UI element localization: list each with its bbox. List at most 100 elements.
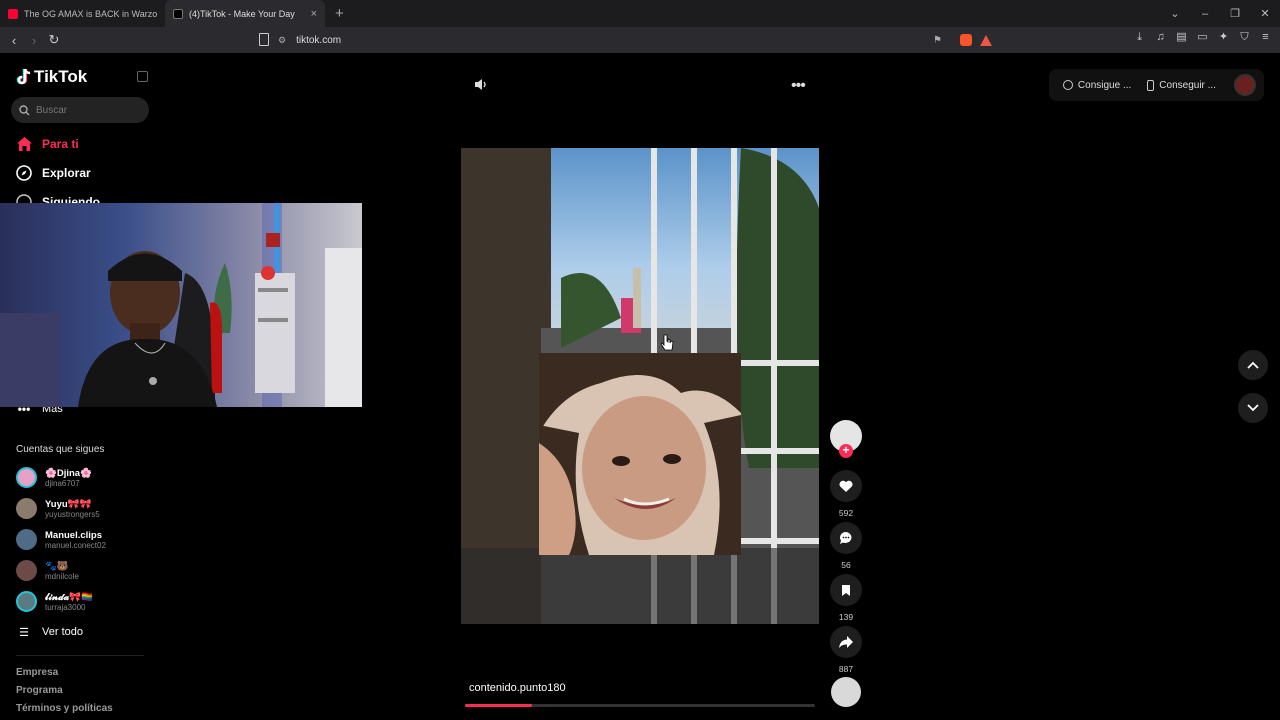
toolbar-actions: ⤓ ♫ ▤ ▭ ✦ ⛉ ≡ (1133, 31, 1272, 44)
video-progress-bar[interactable] (465, 704, 815, 707)
music-disc-button[interactable] (830, 677, 862, 707)
reload-icon[interactable]: ↻ (44, 32, 64, 48)
next-video-button[interactable] (1238, 393, 1268, 423)
translate-icon[interactable]: ⚑ (933, 35, 942, 46)
brave-rewards-icon[interactable] (980, 34, 992, 46)
tab-title: The OG AMAX is BACK in Warzone 0 ( (24, 8, 157, 19)
followed-account[interactable]: Yuyu🎀🎀 yuyustrongers5 (16, 498, 100, 519)
video-player[interactable] (461, 148, 819, 624)
wallet-icon[interactable]: ▭ (1196, 31, 1209, 44)
footer-link-terminos[interactable]: Términos y políticas (16, 703, 113, 714)
account-handle: mdnilcole (45, 571, 79, 581)
restore-icon[interactable]: ❐ (1220, 7, 1250, 20)
save-count: 139 (838, 612, 854, 622)
close-window-icon[interactable]: ✕ (1250, 7, 1280, 20)
previous-video-button[interactable] (1238, 350, 1268, 380)
comment-button[interactable]: 56 (830, 522, 862, 570)
footer-link-empresa[interactable]: Empresa (16, 667, 58, 678)
list-icon: ☰ (19, 626, 29, 639)
nav-para-ti[interactable]: Para ti (16, 136, 79, 152)
more-options-icon[interactable]: ••• (791, 77, 806, 95)
browser-tab-tiktok[interactable]: (4)TikTok - Make Your Day × (165, 0, 325, 27)
followed-account[interactable]: 🌸Djina🌸 djina6707 (16, 467, 92, 488)
search-box[interactable] (11, 97, 149, 123)
browser-tab-youtube[interactable]: The OG AMAX is BACK in Warzone 0 ( (0, 0, 165, 27)
account-name: Yuyu🎀🎀 (45, 498, 92, 510)
tab-list-icon[interactable]: ⌄ (1160, 7, 1190, 20)
leo-ai-icon[interactable]: ✦ (1217, 31, 1230, 44)
home-icon (16, 136, 32, 152)
nav-explorar[interactable]: Explorar (16, 165, 91, 181)
address-bar[interactable]: ⚙ tiktok.com ⚑ (278, 29, 998, 51)
music-disc-icon (831, 677, 861, 707)
forward-icon[interactable]: › (24, 33, 44, 48)
video-author[interactable]: contenido.punto180 (469, 682, 566, 694)
account-handle: turraja3000 (45, 602, 86, 612)
browser-toolbar: ‹ › ↻ ⚙ tiktok.com ⚑ ⤓ ♫ ▤ ▭ ✦ ⛉ ≡ (0, 27, 1280, 53)
pill-label: Consigue ... (1077, 79, 1132, 91)
chevron-down-icon (1247, 404, 1259, 412)
bookmark-icon (830, 574, 862, 606)
save-button[interactable]: 139 (830, 574, 862, 622)
account-name: Manuel.clips (45, 529, 103, 541)
vpn-icon[interactable]: ⛉ (1238, 31, 1251, 44)
nav-label: Explorar (42, 166, 91, 180)
search-icon (19, 104, 30, 115)
avatar (16, 560, 37, 581)
tab-title: (4)TikTok - Make Your Day (189, 8, 295, 19)
close-tab-icon[interactable]: × (311, 8, 317, 20)
account-name: 🌸Djina🌸 (45, 467, 92, 479)
share-icon (830, 626, 862, 658)
tiktok-favicon-icon (173, 8, 183, 19)
webcam-overlay (0, 203, 362, 407)
mouse-cursor-icon (661, 334, 674, 351)
site-info-icon[interactable]: ⚙ (278, 35, 286, 46)
youtube-icon (8, 8, 18, 19)
window-controls: ⌄ – ❐ ✕ (1160, 0, 1280, 27)
media-icon[interactable]: ♫ (1154, 31, 1167, 44)
search-input[interactable] (36, 104, 136, 116)
collapse-sidebar-icon[interactable] (137, 71, 148, 82)
get-app-button[interactable]: Conseguir ... (1141, 79, 1222, 91)
get-coins-button[interactable]: Consigue ... (1057, 80, 1137, 91)
footer-link-programa[interactable]: Programa (16, 685, 63, 696)
avatar (16, 529, 37, 550)
compass-icon (16, 165, 32, 181)
sidebar-toggle-icon[interactable]: ▤ (1175, 31, 1188, 44)
tiktok-note-icon (16, 68, 31, 85)
account-name: 🐾🐻 (45, 560, 69, 572)
back-icon[interactable]: ‹ (4, 33, 24, 48)
new-tab-button[interactable]: + (335, 5, 344, 22)
url-text: tiktok.com (296, 34, 342, 46)
see-all-link[interactable]: ☰ Ver todo (16, 624, 83, 640)
streamer-webcam-image (0, 203, 362, 407)
share-button[interactable]: 887 (830, 626, 862, 674)
heart-icon (830, 470, 862, 502)
chevron-up-icon (1247, 361, 1259, 369)
tiktok-page: TikTok Para ti Explorar Sig (0, 53, 1280, 720)
avatar (16, 467, 37, 488)
coin-icon (1062, 80, 1073, 90)
creator-avatar-button[interactable]: + (830, 420, 862, 458)
follow-plus-icon[interactable]: + (839, 444, 853, 458)
profile-avatar[interactable] (1234, 74, 1256, 96)
tiktok-logo[interactable]: TikTok (16, 67, 87, 87)
followed-account[interactable]: 🐾🐻 mdnilcole (16, 560, 79, 581)
minimize-icon[interactable]: – (1190, 8, 1220, 20)
brave-shields-icon[interactable] (960, 34, 972, 46)
reaction-inset-image (539, 353, 741, 555)
avatar (16, 498, 37, 519)
bookmark-icon[interactable] (259, 33, 269, 46)
browser-tab-strip: The OG AMAX is BACK in Warzone 0 ( (4)Ti… (0, 0, 1280, 27)
header-actions: Consigue ... Conseguir ... (1048, 69, 1264, 101)
download-icon[interactable]: ⤓ (1133, 31, 1146, 44)
comment-icon (830, 522, 862, 554)
menu-icon[interactable]: ≡ (1259, 31, 1272, 44)
following-section-title: Cuentas que sigues (16, 444, 105, 455)
followed-account[interactable]: 𝓵𝓲𝓷𝓭𝓪🎀🏳️‍🌈 turraja3000 (16, 591, 93, 612)
like-button[interactable]: 592 (830, 470, 862, 518)
comment-count: 56 (841, 560, 851, 570)
volume-icon[interactable] (474, 78, 488, 94)
pill-label: Conseguir ... (1159, 79, 1216, 91)
followed-account[interactable]: Manuel.clips manuel.conect02 (16, 529, 106, 550)
